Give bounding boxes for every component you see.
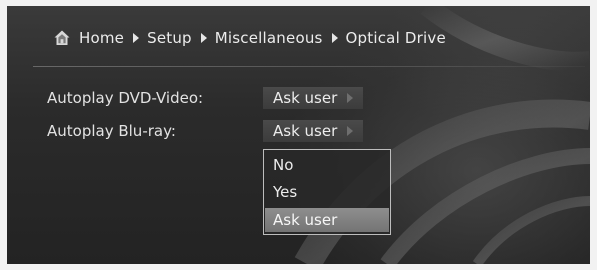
- chevron-right-icon: [200, 33, 207, 43]
- breadcrumb-miscellaneous[interactable]: Miscellaneous: [215, 29, 323, 47]
- dropdown-option-no[interactable]: No: [265, 153, 389, 177]
- optical-drive-settings-screen: Home Setup Miscellaneous Optical Drive A…: [7, 6, 590, 264]
- breadcrumb-setup[interactable]: Setup: [147, 29, 192, 47]
- breadcrumb-optical-drive: Optical Drive: [345, 29, 446, 47]
- home-icon[interactable]: [53, 29, 71, 47]
- autoplay-dvd-label: Autoplay DVD-Video:: [47, 89, 204, 107]
- chevron-right-icon: [331, 33, 338, 43]
- autoplay-bluray-dropdown: No Yes Ask user: [263, 149, 391, 235]
- chevron-right-icon: [347, 93, 354, 103]
- autoplay-dvd-value: Ask user: [273, 89, 338, 107]
- chevron-right-icon: [133, 33, 140, 43]
- autoplay-dvd-select[interactable]: Ask user: [263, 87, 364, 109]
- header-divider: [33, 66, 585, 67]
- autoplay-bluray-value: Ask user: [273, 122, 338, 140]
- dropdown-option-yes[interactable]: Yes: [265, 180, 389, 204]
- chevron-right-icon: [347, 126, 354, 136]
- breadcrumb: Home Setup Miscellaneous Optical Drive: [53, 26, 446, 50]
- dropdown-option-ask-user[interactable]: Ask user: [265, 208, 389, 232]
- breadcrumb-home[interactable]: Home: [79, 29, 124, 47]
- autoplay-bluray-label: Autoplay Blu-ray:: [47, 122, 176, 140]
- autoplay-bluray-select[interactable]: Ask user: [263, 120, 364, 142]
